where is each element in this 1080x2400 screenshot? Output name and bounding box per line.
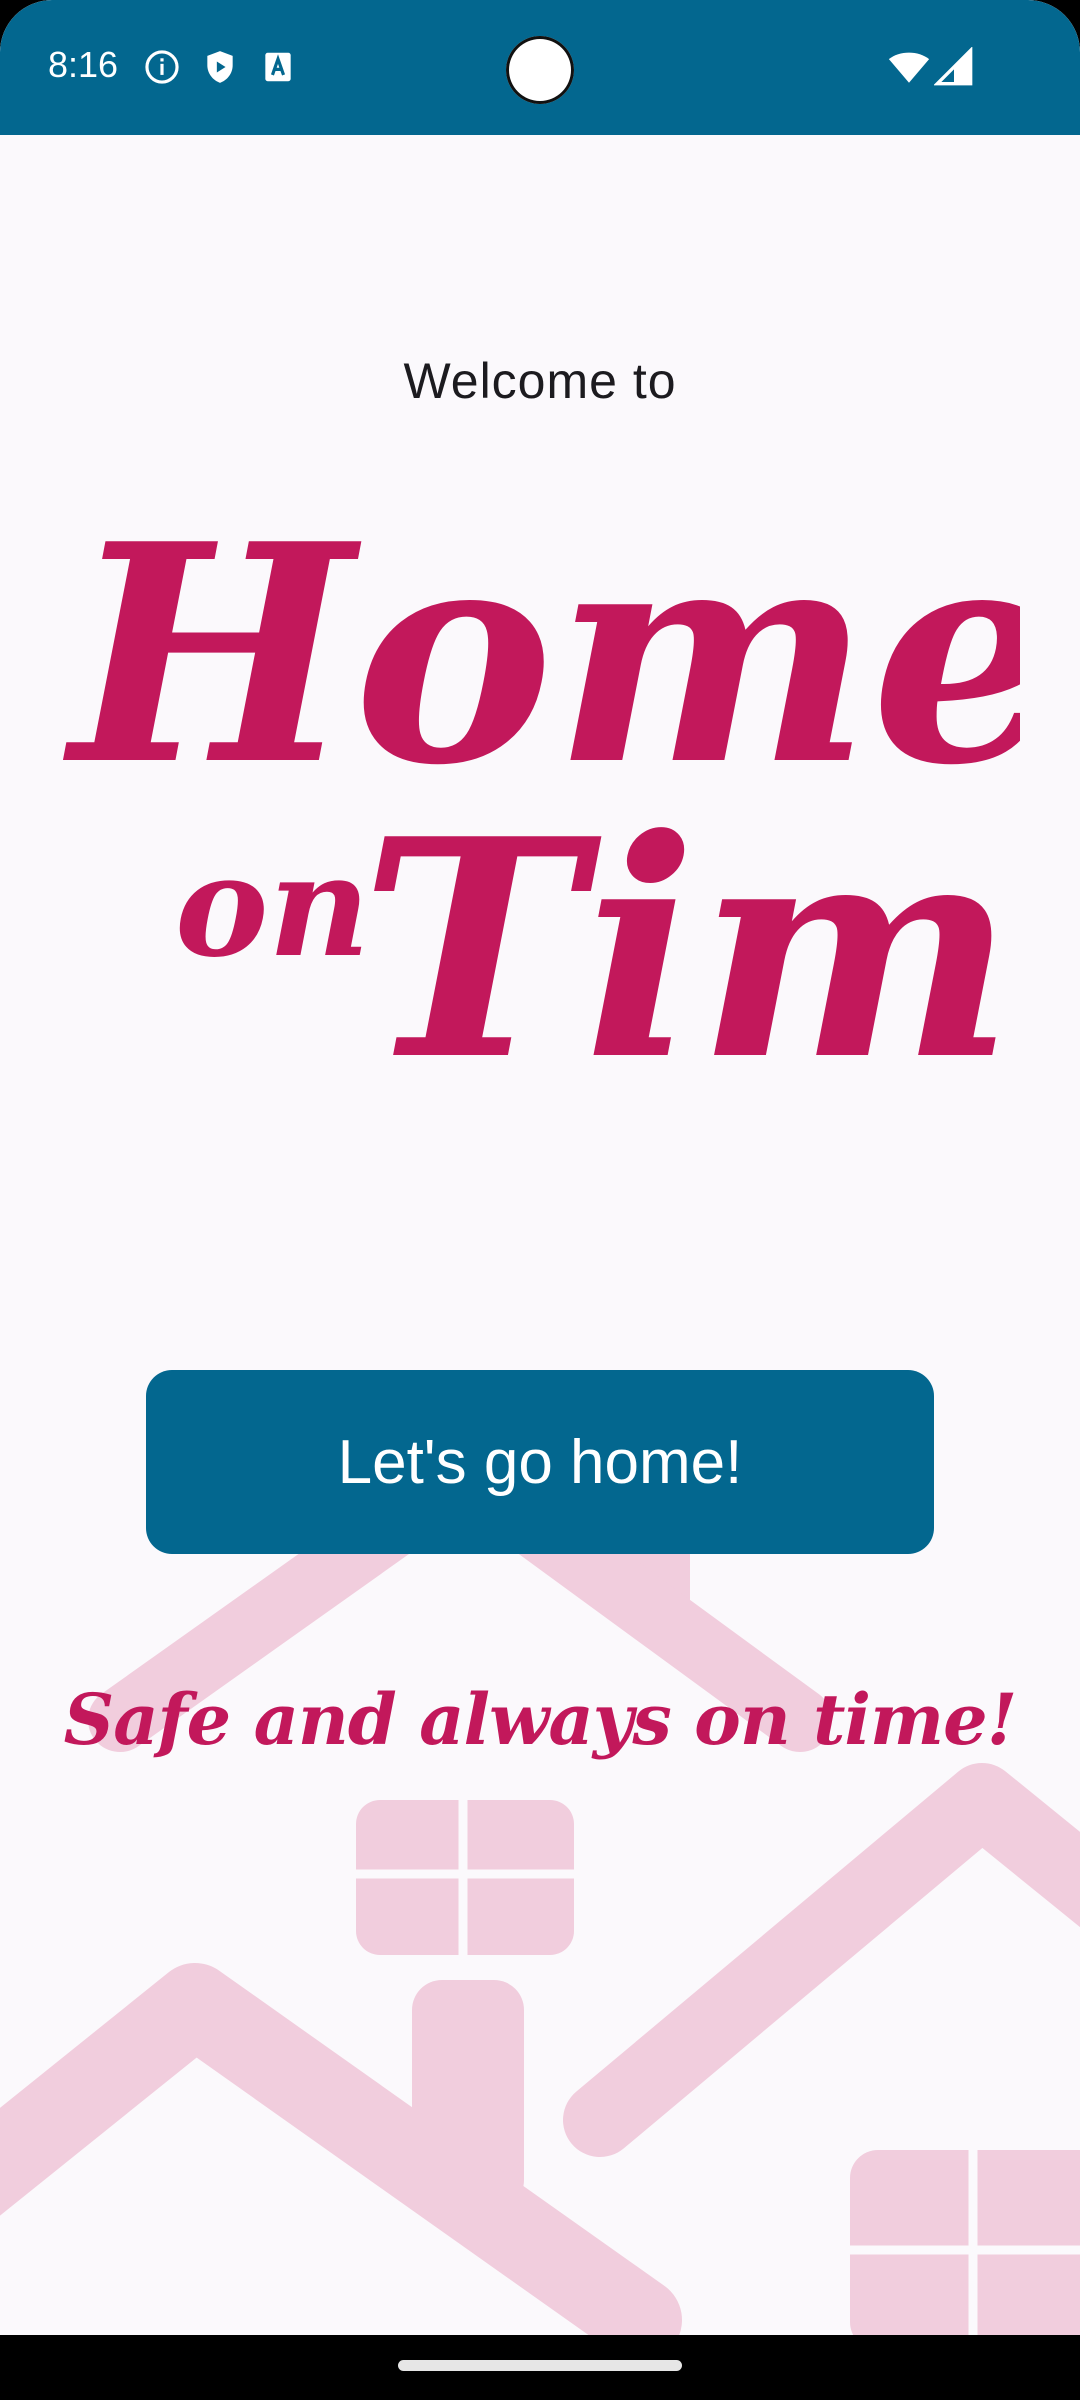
text-a-icon [259, 48, 297, 86]
go-home-button[interactable]: Let's go home! [146, 1370, 934, 1554]
logo-on-text: on [175, 825, 370, 989]
status-time: 8:16 [48, 44, 119, 85]
status-bar: 8:16 [0, 0, 1080, 135]
signal-icon [933, 46, 974, 87]
wifi-icon [888, 46, 930, 88]
tagline-text: Safe and always on time! [63, 1678, 1018, 1761]
welcome-text: Welcome to [403, 353, 677, 409]
shield-play-icon [201, 48, 239, 86]
app-logo: Home on Time [61, 478, 1020, 1090]
front-camera [506, 36, 574, 104]
logo-time-text: Time [360, 773, 1020, 1090]
app-screen: 8:16 Welcome to Home on Tim Let's go hom… [0, 0, 1080, 2400]
home-handle[interactable] [398, 2360, 682, 2371]
info-icon [143, 48, 181, 86]
